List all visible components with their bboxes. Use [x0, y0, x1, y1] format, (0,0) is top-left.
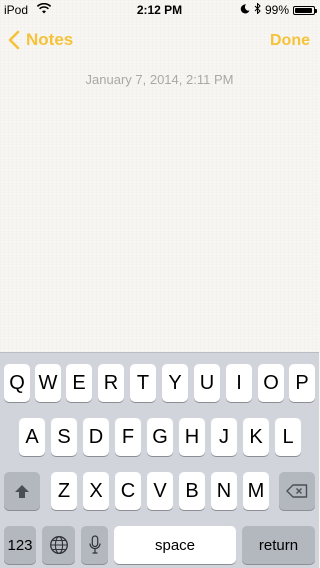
key-q[interactable]: Q	[4, 364, 30, 402]
shift-icon	[15, 484, 29, 498]
backspace-key[interactable]	[279, 472, 315, 510]
key-u[interactable]: U	[194, 364, 220, 402]
key-g[interactable]: G	[147, 418, 173, 456]
key-a[interactable]: A	[19, 418, 45, 456]
battery-percent: 99%	[264, 3, 289, 17]
mic-icon	[88, 535, 101, 554]
key-y[interactable]: Y	[162, 364, 188, 402]
key-p[interactable]: P	[289, 364, 315, 402]
key-n[interactable]: N	[211, 472, 237, 510]
battery-icon	[293, 5, 317, 15]
globe-icon	[49, 536, 68, 554]
key-w[interactable]: W	[35, 364, 61, 402]
key-m[interactable]: M	[243, 472, 269, 510]
back-button[interactable]: Notes	[8, 30, 73, 50]
space-key[interactable]: space	[114, 526, 236, 564]
status-bar: iPod 2:12 PM 99%	[0, 0, 319, 20]
key-d[interactable]: D	[83, 418, 109, 456]
key-s[interactable]: S	[51, 418, 77, 456]
key-h[interactable]: H	[179, 418, 205, 456]
key-f[interactable]: F	[115, 418, 141, 456]
mic-key[interactable]	[81, 526, 108, 564]
key-e[interactable]: E	[66, 364, 92, 402]
key-k[interactable]: K	[243, 418, 269, 456]
note-date: January 7, 2014, 2:11 PM	[85, 72, 234, 87]
key-l[interactable]: L	[275, 418, 301, 456]
return-key[interactable]: return	[242, 526, 315, 564]
key-z[interactable]: Z	[51, 472, 77, 510]
backspace-icon	[286, 484, 308, 498]
chevron-left-icon	[8, 30, 20, 50]
numbers-key[interactable]: 123	[4, 526, 36, 564]
key-x[interactable]: X	[83, 472, 109, 510]
key-c[interactable]: C	[115, 472, 141, 510]
done-button[interactable]: Done	[270, 32, 310, 50]
key-j[interactable]: J	[211, 418, 237, 456]
key-t[interactable]: T	[130, 364, 156, 402]
bluetooth-icon	[254, 2, 261, 17]
key-o[interactable]: O	[258, 364, 284, 402]
key-r[interactable]: R	[98, 364, 124, 402]
key-b[interactable]: B	[179, 472, 205, 510]
moon-icon	[240, 3, 250, 17]
globe-key[interactable]	[42, 526, 75, 564]
key-v[interactable]: V	[147, 472, 173, 510]
nav-bar: Notes Done	[0, 20, 319, 64]
back-label: Notes	[26, 30, 74, 49]
key-i[interactable]: I	[226, 364, 252, 402]
keyboard: Q W E R T Y U I O P A S D F G H J K L Z …	[0, 352, 319, 568]
shift-key[interactable]	[4, 472, 40, 510]
